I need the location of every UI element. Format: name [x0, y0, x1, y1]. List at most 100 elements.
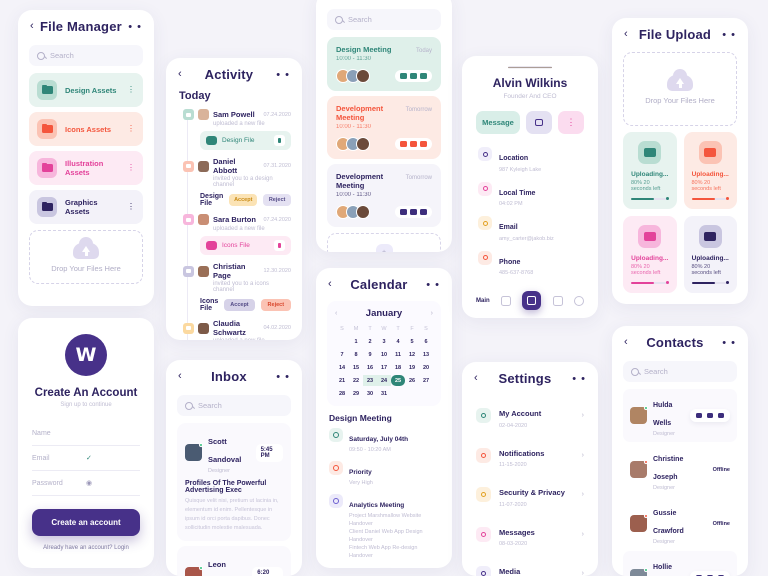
- upload-tile[interactable]: Uploading... 80% 20 seconds left: [623, 216, 677, 293]
- row-menu-icon[interactable]: ⋮: [127, 125, 135, 132]
- create-account-button[interactable]: Create an account: [32, 509, 140, 536]
- contact-actions[interactable]: [690, 409, 730, 422]
- download-icon[interactable]: [274, 240, 285, 251]
- contact-row[interactable]: Hollie Flores Designer: [623, 551, 737, 576]
- calendar-day[interactable]: 14: [335, 362, 349, 373]
- calendar-day[interactable]: 24: [377, 375, 391, 386]
- activity-item[interactable]: Claudia Schwartz 04.02.2020 uploaded a n…: [183, 314, 291, 340]
- calendar-day[interactable]: 11: [391, 349, 405, 360]
- activity-item[interactable]: Daniel Abbott 07.31.2020 invited you to …: [183, 152, 291, 209]
- activity-item[interactable]: Christian Page 12.30.2020 invited you to…: [183, 257, 291, 314]
- search-input[interactable]: Search: [327, 9, 441, 30]
- chevron-right-icon[interactable]: ›: [582, 570, 584, 576]
- contact-row[interactable]: Christine Joseph Designer Offline: [623, 443, 737, 496]
- camera-button[interactable]: [526, 111, 552, 134]
- calendar-day[interactable]: 16: [363, 362, 377, 373]
- nav-main[interactable]: Main: [476, 298, 490, 304]
- more-options-icon[interactable]: • •: [722, 337, 736, 349]
- search-input[interactable]: Search: [177, 395, 291, 416]
- calendar-day[interactable]: 31: [377, 388, 391, 399]
- calendar-day[interactable]: 17: [377, 362, 391, 373]
- contact-actions[interactable]: [690, 571, 730, 576]
- accept-button[interactable]: Accept: [224, 299, 255, 311]
- calendar-day[interactable]: 18: [391, 362, 405, 373]
- calendar-day[interactable]: 2: [363, 336, 377, 347]
- meeting-card[interactable]: Development Meeting Tomorrow 10:00 - 11:…: [327, 164, 441, 227]
- calendar-day[interactable]: 29: [349, 388, 363, 399]
- add-new-task-button[interactable]: + Add New Task: [327, 233, 441, 252]
- password-field[interactable]: Password ◉: [32, 471, 140, 496]
- meeting-actions[interactable]: [395, 206, 432, 218]
- calendar-day[interactable]: 7: [335, 349, 349, 360]
- search-input[interactable]: Search: [623, 361, 737, 382]
- prev-month-icon[interactable]: ‹: [335, 310, 337, 317]
- calendar-day[interactable]: 1: [349, 336, 363, 347]
- more-options-icon[interactable]: • •: [128, 21, 142, 33]
- chevron-right-icon[interactable]: ›: [582, 491, 584, 498]
- calendar-day[interactable]: 5: [405, 336, 419, 347]
- chevron-right-icon[interactable]: ›: [582, 531, 584, 538]
- next-month-icon[interactable]: ›: [431, 310, 433, 317]
- nav-clock-icon[interactable]: [573, 295, 584, 306]
- contact-row[interactable]: Hulda Wells Designer: [623, 389, 737, 442]
- upload-tile[interactable]: Uploading... 80% 20 seconds left: [683, 132, 737, 209]
- calendar-day[interactable]: 30: [363, 388, 377, 399]
- calendar-day[interactable]: 4: [391, 336, 405, 347]
- calendar-day[interactable]: 23: [363, 375, 377, 386]
- meeting-card[interactable]: Development Meeting Tomorrow 10:00 - 11:…: [327, 96, 441, 159]
- meeting-card[interactable]: Design Meeting Today 10:00 - 11:30: [327, 37, 441, 91]
- calendar-day[interactable]: 22: [349, 375, 363, 386]
- chevron-right-icon[interactable]: ›: [582, 412, 584, 419]
- download-icon[interactable]: [274, 135, 285, 146]
- calendar-day[interactable]: 12: [405, 349, 419, 360]
- chevron-right-icon[interactable]: ›: [582, 452, 584, 459]
- more-options-icon[interactable]: • •: [276, 69, 290, 81]
- file-row[interactable]: Design Assets ⋮: [29, 73, 143, 107]
- file-dropzone[interactable]: Drop Your Files Here: [623, 52, 737, 126]
- calendar-day[interactable]: 10: [377, 349, 391, 360]
- settings-row[interactable]: Messages 08-03-2020 ›: [476, 515, 584, 555]
- file-row[interactable]: Illustration Assets ⋮: [29, 151, 143, 185]
- settings-row[interactable]: My Account 02-04-2020 ›: [476, 396, 584, 436]
- calendar-day[interactable]: 26: [405, 375, 419, 386]
- message-row[interactable]: Leon Taylor Designer 6:20 PM Effective A…: [177, 546, 291, 576]
- calendar-day[interactable]: 21: [335, 375, 349, 386]
- nav-grid-icon[interactable]: [501, 295, 511, 306]
- login-link[interactable]: Already have an account? Login: [18, 545, 154, 551]
- upload-tile[interactable]: Uploading... 80% 20 seconds left: [683, 216, 737, 293]
- email-field[interactable]: Email ✓: [32, 446, 140, 471]
- calendar-day[interactable]: 19: [405, 362, 419, 373]
- calendar-day[interactable]: 25: [391, 375, 405, 386]
- reject-button[interactable]: Reject: [260, 299, 291, 311]
- reject-button[interactable]: Reject: [263, 194, 291, 206]
- calendar-day[interactable]: 15: [349, 362, 363, 373]
- calendar-day[interactable]: 27: [419, 375, 433, 386]
- calendar-widget[interactable]: ‹ January › S M T W T F S 1 2 3 4 5 6 7 8 9 10 11 12 13 14 15…: [327, 301, 441, 406]
- calendar-day[interactable]: 3: [377, 336, 391, 347]
- activity-item[interactable]: Sam Powell 07.24.2020 uploaded a new fil…: [183, 104, 291, 152]
- meeting-actions[interactable]: [395, 138, 432, 150]
- calendar-day[interactable]: 8: [349, 349, 363, 360]
- file-dropzone[interactable]: Drop Your Files Here: [29, 230, 143, 284]
- calendar-day[interactable]: 20: [419, 362, 433, 373]
- message-button[interactable]: Message: [476, 111, 520, 134]
- eye-icon[interactable]: ◉: [86, 479, 140, 487]
- search-input[interactable]: Search: [29, 45, 143, 66]
- row-menu-icon[interactable]: ⋮: [127, 86, 135, 93]
- file-row[interactable]: Graphics Assets ⋮: [29, 190, 143, 224]
- message-row[interactable]: Scott Sandoval Designer 5:45 PM Profiles…: [177, 423, 291, 542]
- calendar-day[interactable]: 28: [335, 388, 349, 399]
- upload-tile[interactable]: Uploading... 80% 20 seconds left: [623, 132, 677, 209]
- more-options-icon[interactable]: • •: [426, 279, 440, 291]
- more-options-icon[interactable]: • •: [572, 373, 586, 385]
- settings-row[interactable]: Media 08-17-2020 ›: [476, 554, 584, 576]
- file-row[interactable]: Icons Assets ⋮: [29, 112, 143, 146]
- calendar-day[interactable]: 6: [419, 336, 433, 347]
- name-field[interactable]: Name: [32, 422, 140, 446]
- more-options-icon[interactable]: • •: [276, 371, 290, 383]
- meeting-actions[interactable]: [395, 70, 432, 82]
- more-options-icon[interactable]: • •: [722, 29, 736, 41]
- more-button[interactable]: ⋮: [558, 111, 584, 134]
- accept-button[interactable]: Accept: [229, 194, 258, 206]
- nav-list-icon-active[interactable]: [522, 291, 542, 310]
